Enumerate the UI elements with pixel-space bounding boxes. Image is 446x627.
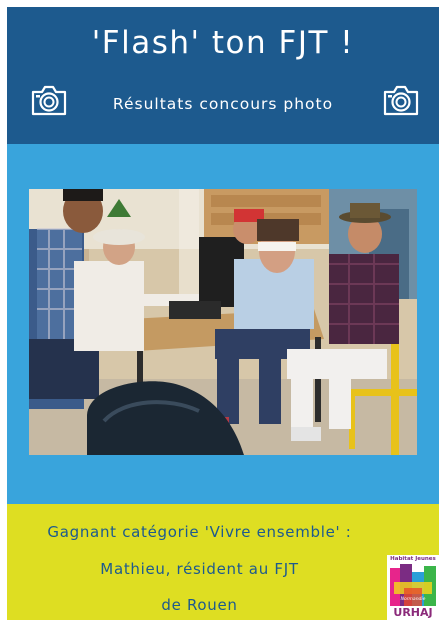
logo-top-text: Habitat Jeunes (390, 556, 436, 562)
logo-name: URHAJ (393, 606, 433, 619)
winner-category: Gagnant catégorie 'Vivre ensemble' : (47, 523, 352, 541)
footer-banner: Gagnant catégorie 'Vivre ensemble' : Mat… (7, 504, 439, 620)
poster: 'Flash' ton FJT ! Résultats concours pho… (7, 7, 439, 620)
contest-photo (29, 189, 417, 455)
winner-location: de Rouen (161, 596, 238, 614)
header-banner: 'Flash' ton FJT ! Résultats concours pho… (7, 7, 439, 144)
logo-sub-text: Normandie (400, 597, 426, 602)
camera-icon (383, 85, 419, 116)
poster-subtitle: Résultats concours photo (112, 95, 334, 113)
poster-title: 'Flash' ton FJT ! (91, 25, 355, 61)
winner-name: Mathieu, résident au FJT (100, 560, 299, 578)
urhaj-logo: Habitat Jeunes Normandie URHAJ (387, 555, 439, 620)
